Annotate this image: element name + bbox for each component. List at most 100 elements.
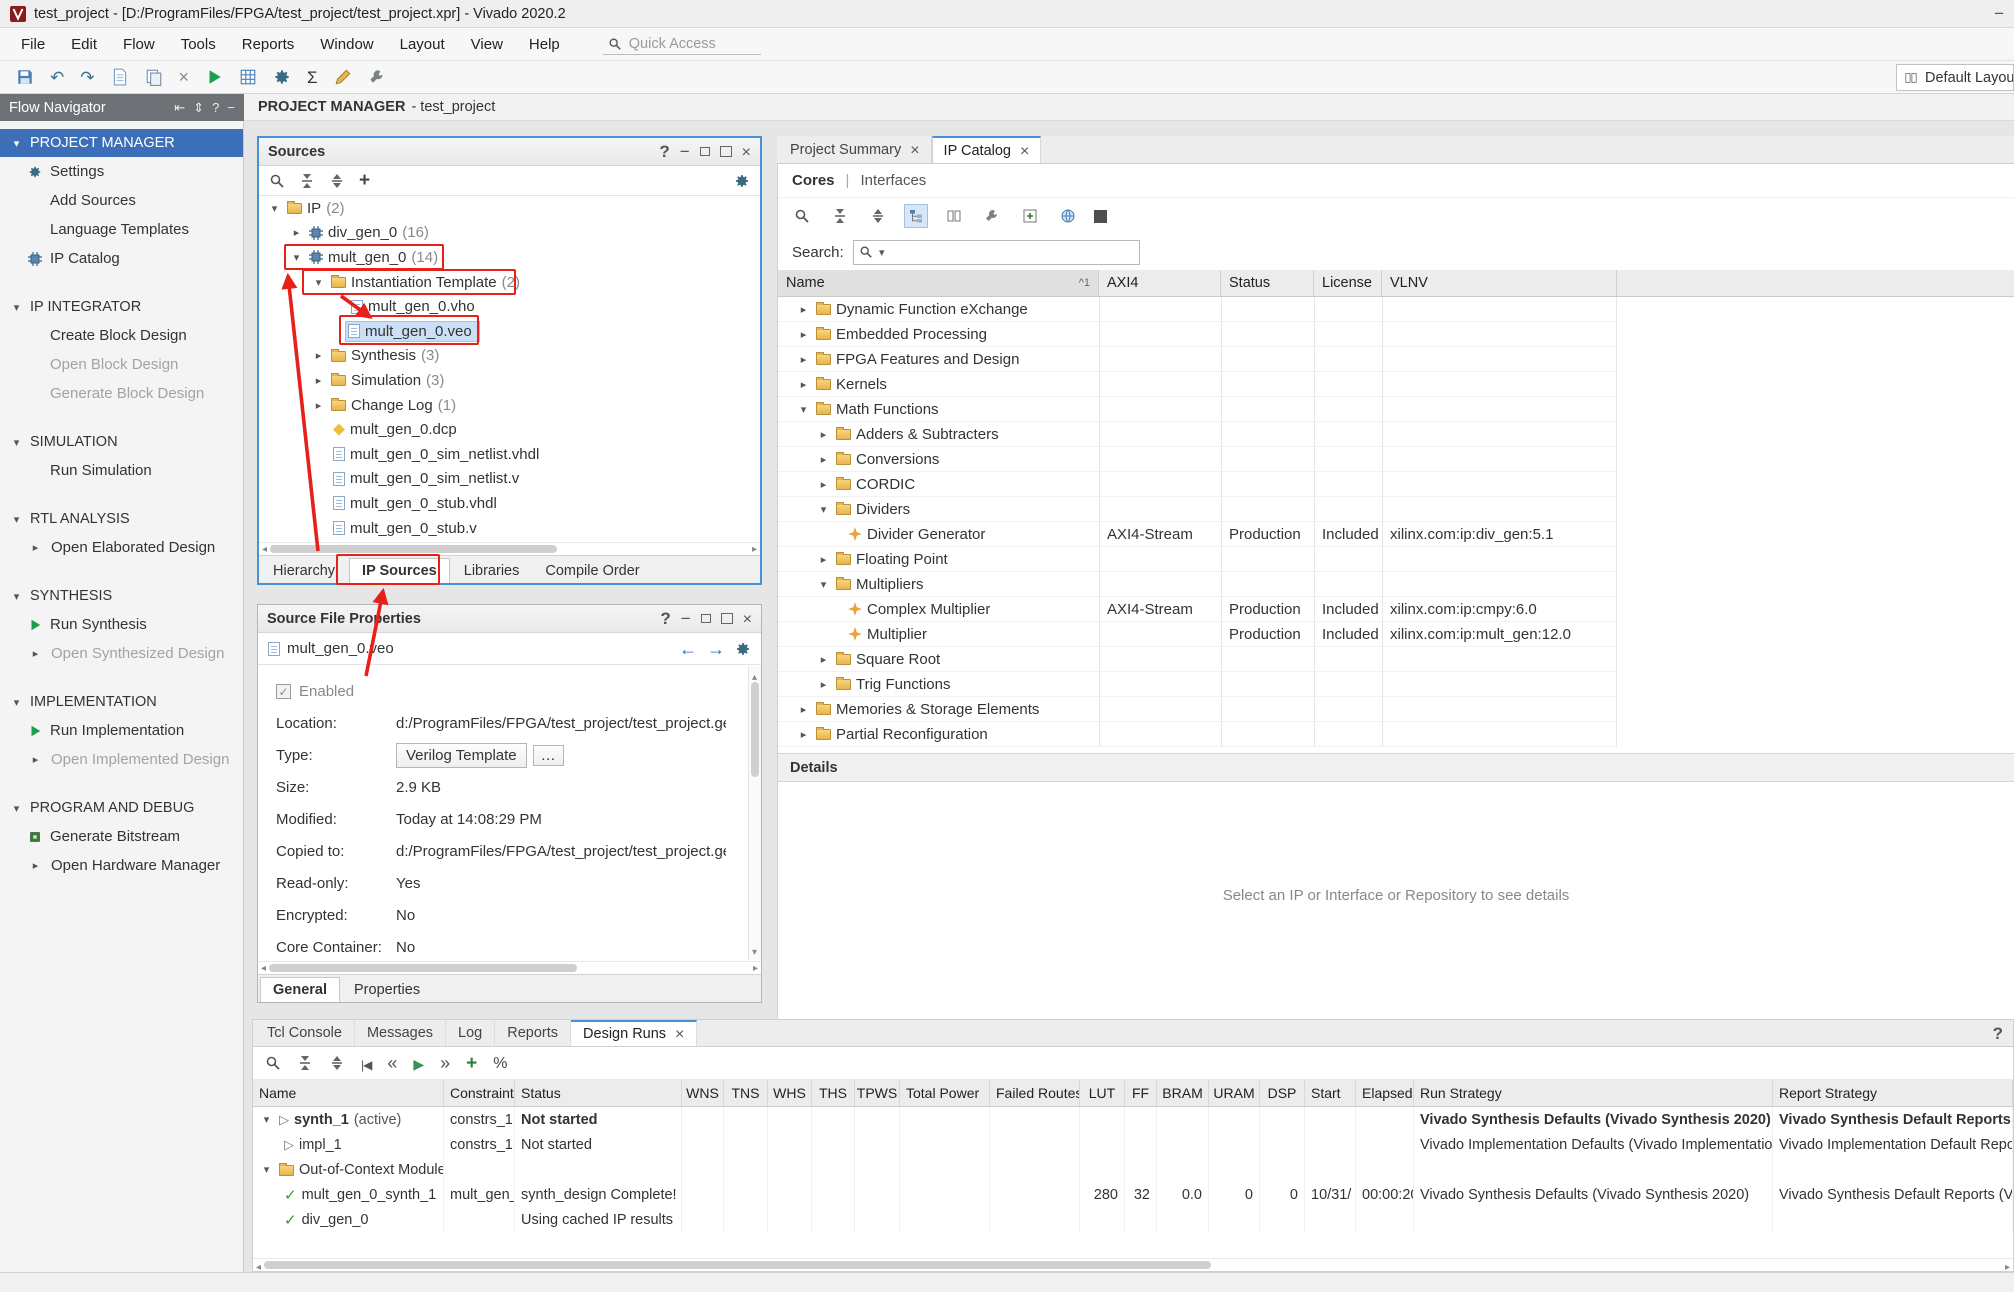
nav-add-sources[interactable]: Add Sources [0,186,243,215]
column-dsp[interactable]: DSP [1260,1080,1305,1107]
run-icon[interactable] [413,1055,424,1072]
settings-gear-icon[interactable] [735,641,751,657]
column-lut[interactable]: LUT [1080,1080,1125,1107]
chevron-right-icon[interactable] [311,399,326,412]
tree-row-mult-gen[interactable]: mult_gen_0(14) [259,245,760,270]
menu-layout[interactable]: Layout [387,31,458,58]
column-status[interactable]: Status [1221,270,1314,296]
catalog-row[interactable]: Square Root [778,647,1616,672]
chevron-down-icon[interactable] [289,251,304,264]
step-back-icon[interactable] [387,1054,397,1072]
maximize-panel-icon[interactable] [720,146,732,157]
chevron-down-icon[interactable] [816,578,831,591]
tab-compile-order[interactable]: Compile Order [533,559,651,583]
search-icon[interactable] [265,1055,281,1071]
chevron-right-icon[interactable] [796,353,811,366]
sum-icon[interactable] [307,69,318,86]
horizontal-scrollbar[interactable] [259,542,760,555]
tree-row-sim-netlist-v[interactable]: mult_gen_0_sim_netlist.v [259,467,760,492]
expand-all-icon[interactable] [329,1055,345,1071]
run-icon[interactable] [205,68,223,86]
chevron-right-icon[interactable] [816,678,831,691]
chevron-down-icon[interactable] [259,1113,274,1126]
column-ff[interactable]: FF [1125,1080,1157,1107]
quick-access-search[interactable]: Quick Access [603,34,761,55]
tree-row-ip[interactable]: IP(2) [259,196,760,221]
nav-ip-catalog[interactable]: IP Catalog [0,244,243,273]
section-implementation[interactable]: IMPLEMENTATION [0,688,243,716]
tab-ip-sources[interactable]: IP Sources [349,558,450,583]
menu-help[interactable]: Help [516,31,573,58]
chevron-right-icon[interactable] [816,553,831,566]
maximize-panel-icon[interactable] [721,613,733,624]
settings-gear-icon[interactable] [273,68,291,86]
add-sources-icon[interactable] [359,171,370,190]
run-row-impl-1[interactable]: impl_1 constrs_1 Not started Vivado Impl… [253,1132,2013,1157]
interfaces-link[interactable]: Interfaces [860,172,926,189]
scrollbar-thumb[interactable] [270,545,557,553]
help-icon[interactable] [660,610,670,627]
copy-icon[interactable] [145,68,163,86]
layout-grid-icon[interactable] [239,68,257,86]
catalog-row[interactable]: FPGA Features and Design [778,347,1616,372]
horizontal-scrollbar[interactable] [253,1258,2013,1271]
scrollbar-thumb[interactable] [264,1261,1211,1269]
help-icon[interactable] [659,143,669,160]
scroll-right-icon[interactable] [752,544,757,555]
browse-button[interactable] [533,745,564,766]
chevron-down-icon[interactable] [796,403,811,416]
catalog-row[interactable]: Trig Functions [778,672,1616,697]
section-simulation[interactable]: SIMULATION [0,428,243,456]
column-axi4[interactable]: AXI4 [1099,270,1221,296]
minimize-panel-icon[interactable] [681,610,691,627]
scroll-right-icon[interactable] [753,963,758,974]
menu-window[interactable]: Window [307,31,386,58]
column-elapsed[interactable]: Elapsed [1356,1080,1414,1107]
chevron-right-icon[interactable] [816,478,831,491]
tab-libraries[interactable]: Libraries [452,559,532,583]
search-icon[interactable] [790,204,814,228]
catalog-row-math-functions[interactable]: Math Functions [778,397,1616,422]
menu-reports[interactable]: Reports [229,31,308,58]
catalog-row[interactable]: Adders & Subtracters [778,422,1616,447]
menu-file[interactable]: File [8,31,58,58]
nav-language-templates[interactable]: Language Templates [0,215,243,244]
vertical-scrollbar[interactable] [748,666,761,960]
sources-panel-header[interactable]: Sources [259,138,760,166]
column-name[interactable]: Name^1 [778,270,1099,296]
dock-icon[interactable]: ⇤ [174,100,185,116]
web-globe-icon[interactable] [1056,204,1080,228]
tab-tcl-console[interactable]: Tcl Console [255,1020,355,1046]
close-tab-icon[interactable] [1020,142,1029,160]
chevron-down-icon[interactable] [267,202,282,215]
nav-run-simulation[interactable]: Run Simulation [0,456,243,485]
scroll-left-icon[interactable] [261,963,266,974]
catalog-row[interactable]: Embedded Processing [778,322,1616,347]
resize-icon[interactable]: ⇕ [193,100,204,116]
chevron-right-icon[interactable] [796,703,811,716]
help-icon[interactable]: ? [212,100,219,116]
nav-open-hardware-manager[interactable]: Open Hardware Manager [0,851,243,880]
report-icon[interactable] [111,68,129,86]
float-panel-icon[interactable] [700,147,710,156]
tree-row-dcp[interactable]: mult_gen_0.dcp [259,417,760,442]
chevron-down-icon[interactable] [311,276,326,289]
tab-reports[interactable]: Reports [495,1020,571,1046]
column-bram[interactable]: BRAM [1157,1080,1209,1107]
chevron-right-icon[interactable] [289,226,304,239]
collapse-panel-icon[interactable]: − [227,100,235,116]
minimize-window-icon[interactable] [1994,5,2004,22]
catalog-row[interactable]: Dynamic Function eXchange [778,297,1616,322]
tree-row-vho[interactable]: mult_gen_0.vho [259,294,760,319]
run-row-synth-1[interactable]: synth_1(active) constrs_1 Not started Vi… [253,1107,2013,1132]
tab-design-runs[interactable]: Design Runs [571,1020,697,1046]
column-uram[interactable]: URAM [1209,1080,1260,1107]
scroll-left-icon[interactable] [262,544,267,555]
horizontal-scrollbar[interactable] [258,961,761,974]
tab-ip-catalog[interactable]: IP Catalog [932,136,1042,163]
collapse-all-icon[interactable] [828,204,852,228]
cores-link[interactable]: Cores [792,172,835,189]
section-program-and-debug[interactable]: PROGRAM AND DEBUG [0,794,243,822]
catalog-row[interactable]: Partial Reconfiguration [778,722,1616,747]
column-status[interactable]: Status [515,1080,682,1107]
